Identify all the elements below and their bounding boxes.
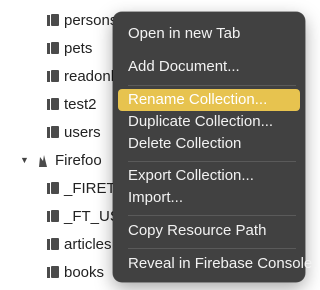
menu-separator — [128, 248, 296, 249]
collection-icon — [47, 238, 59, 250]
menu-item-copy-resource-path[interactable]: Copy Resource Path — [118, 220, 300, 242]
menu-item-duplicate-collection[interactable]: Duplicate Collection... — [118, 111, 300, 133]
tree-item-label: users — [64, 123, 101, 141]
collection-icon — [47, 42, 59, 54]
menu-item-export-collection[interactable]: Export Collection... — [118, 165, 300, 187]
chevron-down-icon[interactable]: ▼ — [20, 155, 30, 165]
tree-item-label: test2 — [64, 95, 97, 113]
tree-item-articles[interactable]: articles — [47, 230, 112, 258]
tree-item-pets[interactable]: pets — [47, 34, 92, 62]
tree-item-label: pets — [64, 39, 93, 57]
tree-item-users[interactable]: users — [47, 118, 101, 146]
tree-item-persons[interactable]: persons — [47, 6, 117, 34]
menu-item-open-in-new-tab[interactable]: Open in new Tab — [118, 23, 300, 45]
tree-item-label: books — [64, 263, 105, 281]
tree-item-readonl[interactable]: readonl — [47, 62, 114, 90]
collection-icon — [47, 210, 59, 222]
tree-item-books[interactable]: books — [47, 258, 104, 286]
menu-separator — [128, 85, 296, 86]
collection-icon — [47, 14, 59, 26]
menu-item-rename-collection[interactable]: Rename Collection... — [118, 89, 300, 111]
collection-icon — [47, 266, 59, 278]
menu-separator — [128, 215, 296, 216]
collection-icon — [47, 126, 59, 138]
menu-item-reveal-in-firebase-console[interactable]: Reveal in Firebase Console — [118, 253, 312, 275]
menu-item-import[interactable]: Import... — [118, 187, 300, 209]
tree-item-ft-us[interactable]: _FT_US — [47, 202, 120, 230]
tree-item-label: articles — [64, 235, 112, 253]
menu-item-add-document[interactable]: Add Document... — [118, 56, 300, 78]
collection-icon — [47, 182, 59, 194]
context-menu: Open in new Tab Add Document... Rename C… — [113, 12, 312, 282]
database-icon — [38, 154, 50, 167]
tree-item-label: _FT_US — [64, 207, 120, 225]
tree-item-label: readonl — [64, 67, 115, 85]
tree-item-test2[interactable]: test2 — [47, 90, 97, 118]
tree-item-label: persons — [64, 11, 118, 29]
collection-icon — [47, 70, 59, 82]
menu-separator — [128, 161, 296, 162]
collection-icon — [47, 98, 59, 110]
menu-item-delete-collection[interactable]: Delete Collection — [118, 133, 300, 155]
firefoo-window: persons pets readonl test2 users ▼ Firef… — [0, 0, 312, 290]
tree-item-label: Firefoo — [55, 151, 102, 169]
tree-item-firefoo[interactable]: ▼ Firefoo — [20, 146, 102, 174]
